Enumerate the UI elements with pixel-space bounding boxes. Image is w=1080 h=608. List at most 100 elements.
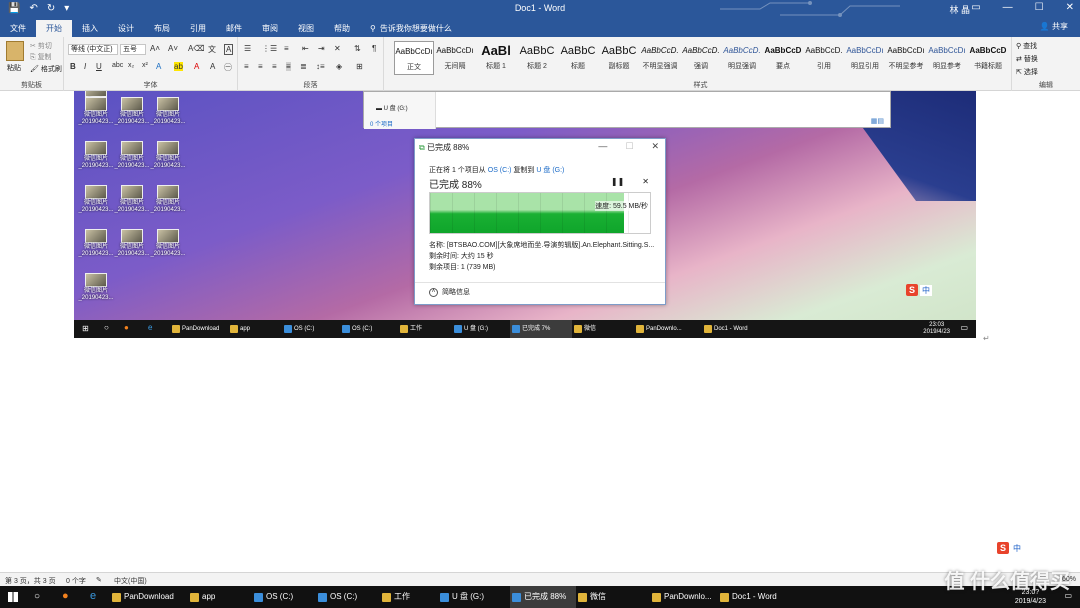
- style-item[interactable]: AaBbCcD. 明显强调: [722, 41, 762, 75]
- distributed-icon[interactable]: ≣: [300, 62, 307, 71]
- style-item[interactable]: AaBl 标题 1: [476, 41, 516, 75]
- document-canvas[interactable]: Sports微信图片_20190423...微信图片_20190423...微信…: [0, 91, 1080, 572]
- maximize-icon[interactable]: ☐: [1035, 2, 1044, 13]
- taskbar-item[interactable]: 工作: [398, 320, 452, 338]
- sort-icon[interactable]: ⇅: [354, 44, 361, 53]
- copy-button[interactable]: ⎘ 复制: [30, 52, 52, 62]
- tab-references[interactable]: 引用: [180, 20, 216, 37]
- tab-mailings[interactable]: 邮件: [216, 20, 252, 37]
- tab-layout[interactable]: 布局: [144, 20, 180, 37]
- paste-icon[interactable]: [6, 41, 24, 61]
- taskbar-item[interactable]: 已完成 7%: [510, 320, 572, 338]
- language[interactable]: 中文(中国): [114, 576, 147, 586]
- inner-notifications-icon[interactable]: ▭: [960, 323, 968, 332]
- phonetic-icon[interactable]: 文: [208, 44, 216, 55]
- italic-icon[interactable]: I: [84, 62, 86, 71]
- find-button[interactable]: ⚲ 查找: [1016, 41, 1037, 51]
- tab-review[interactable]: 审阅: [252, 20, 288, 37]
- style-item[interactable]: AaBbCcD. 强调: [681, 41, 721, 75]
- align-center-icon[interactable]: ≡: [258, 62, 263, 71]
- style-item[interactable]: AaBbCcDı 不明显参考: [886, 41, 926, 75]
- dialog-maximize-icon[interactable]: ☐: [625, 141, 633, 152]
- grow-font-icon[interactable]: A˄: [150, 44, 160, 53]
- increase-indent-icon[interactable]: ⇥: [318, 44, 325, 53]
- close-icon[interactable]: ✕: [1066, 2, 1074, 13]
- taskbar-item[interactable]: OS (C:): [252, 586, 316, 608]
- tab-design[interactable]: 设计: [108, 20, 144, 37]
- cut-button[interactable]: ✂ 剪切: [30, 41, 52, 51]
- subscript-icon[interactable]: x₂: [128, 62, 134, 69]
- taskbar-item[interactable]: 微信: [572, 320, 634, 338]
- justify-icon[interactable]: ≡: [286, 62, 291, 71]
- text-effects-icon[interactable]: A: [156, 62, 161, 71]
- taskbar-item[interactable]: 工作: [380, 586, 438, 608]
- style-item[interactable]: AaBbCcDı 明显参考: [927, 41, 967, 75]
- style-item[interactable]: AaBbCcDı 无间隔: [435, 41, 475, 75]
- font-size-select[interactable]: 五号: [120, 44, 146, 55]
- word-count[interactable]: 0 个字: [66, 576, 86, 586]
- style-item[interactable]: AaBbCcD. 引用: [804, 41, 844, 75]
- inner-cortana-icon[interactable]: ○: [104, 323, 109, 332]
- decrease-indent-icon[interactable]: ⇤: [302, 44, 309, 53]
- taskbar-item[interactable]: U 盘 (G:): [438, 586, 510, 608]
- sogou-ime-icon[interactable]: S: [906, 284, 918, 296]
- style-item[interactable]: AaBbCcD 书籍标题: [968, 41, 1008, 75]
- taskbar-item[interactable]: Doc1 - Word: [718, 586, 782, 608]
- taskbar-item[interactable]: PanDownload: [110, 586, 188, 608]
- paste-button[interactable]: 粘贴: [7, 63, 21, 73]
- ribbon-display-icon[interactable]: ▭: [971, 2, 980, 13]
- desktop-file-icon[interactable]: 微信图片_20190423...: [78, 141, 114, 170]
- taskbar-item[interactable]: OS (C:): [282, 320, 340, 338]
- desktop-file-icon[interactable]: 微信图片_20190423...: [78, 97, 114, 126]
- start-icon[interactable]: [8, 592, 18, 602]
- align-right-icon[interactable]: ≡: [272, 62, 277, 71]
- bullets-icon[interactable]: ☰: [244, 44, 251, 53]
- style-item[interactable]: AaBbCcD 要点: [763, 41, 803, 75]
- char-border-icon[interactable]: A: [224, 44, 234, 55]
- select-button[interactable]: ⇱ 选择: [1016, 67, 1038, 77]
- format-painter-button[interactable]: 🖌 格式刷: [30, 64, 62, 74]
- desktop-file-icon[interactable]: 微信图片_20190423...: [114, 229, 150, 258]
- clear-format-icon[interactable]: A⌫: [188, 44, 205, 53]
- copy-source-link[interactable]: OS (C:): [488, 167, 512, 174]
- chinese-layout-icon[interactable]: ✕: [334, 44, 341, 53]
- style-item[interactable]: AaBbCcDı 正文: [394, 41, 434, 75]
- desktop-file-icon[interactable]: 微信图片_20190423...: [114, 141, 150, 170]
- bold-icon[interactable]: B: [70, 62, 76, 71]
- char-shading-icon[interactable]: A: [210, 62, 215, 71]
- tab-insert[interactable]: 插入: [72, 20, 108, 37]
- desktop-file-icon[interactable]: 微信图片_20190423...: [150, 229, 186, 258]
- taskbar-item[interactable]: app: [188, 586, 252, 608]
- replace-button[interactable]: ⇄ 替换: [1016, 54, 1038, 64]
- numbering-icon[interactable]: ⋮☰: [262, 44, 277, 53]
- desktop-file-icon[interactable]: 微信图片_20190423...: [150, 185, 186, 214]
- desktop-file-icon[interactable]: 微信图片_20190423...: [150, 141, 186, 170]
- taskbar-item[interactable]: Doc1 - Word: [702, 320, 762, 338]
- dialog-minimize-icon[interactable]: —: [598, 141, 607, 152]
- enclose-char-icon[interactable]: ㊀: [224, 62, 232, 73]
- desktop-file-icon[interactable]: 微信图片_20190423...: [78, 229, 114, 258]
- desktop-file-icon[interactable]: 微信图片_20190423...: [78, 185, 114, 214]
- taskbar-item[interactable]: 微信: [576, 586, 650, 608]
- tab-home[interactable]: 开始: [36, 20, 72, 37]
- taskbar-item[interactable]: PanDownlo...: [650, 586, 718, 608]
- strikethrough-icon[interactable]: abc: [112, 62, 123, 69]
- proofing-icon[interactable]: ✎: [96, 576, 102, 584]
- sogou-ime-float-icon[interactable]: S: [997, 542, 1009, 554]
- minimize-icon[interactable]: —: [1003, 2, 1013, 13]
- desktop-file-icon[interactable]: 微信图片_20190423...: [150, 97, 186, 126]
- inner-start-icon[interactable]: ⊞: [82, 324, 89, 333]
- line-spacing-icon[interactable]: ↕≡: [316, 62, 325, 71]
- desktop-file-icon[interactable]: 微信图片_20190423...: [114, 185, 150, 214]
- explorer-drive-item[interactable]: ▬ U 盘 (G:): [376, 103, 408, 112]
- align-left-icon[interactable]: ≡: [244, 62, 249, 71]
- page-count[interactable]: 第 3 页，共 3 页: [5, 576, 56, 586]
- desktop-file-icon[interactable]: 微信图片_20190423...: [78, 273, 114, 302]
- dialog-close-icon[interactable]: ✕: [651, 141, 659, 152]
- show-marks-icon[interactable]: ¶: [372, 44, 376, 53]
- taskbar-item[interactable]: 已完成 88%: [510, 586, 576, 608]
- ime-float-indicator[interactable]: 中: [1011, 543, 1023, 554]
- tab-file[interactable]: 文件: [0, 20, 36, 37]
- ime-mode-indicator[interactable]: 中: [920, 285, 932, 296]
- tell-me-box[interactable]: ⚲ 告诉我你想要做什么: [360, 20, 462, 37]
